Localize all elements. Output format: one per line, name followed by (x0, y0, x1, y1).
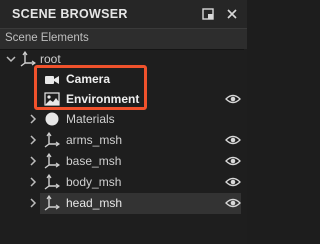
transform-axis-icon (20, 51, 36, 67)
tree-row-mesh[interactable]: arms_msh (0, 130, 247, 151)
tree-row-mesh[interactable]: body_msh (0, 172, 247, 193)
tree-row-environment[interactable]: Environment (0, 89, 247, 110)
close-icon[interactable] (225, 7, 239, 21)
scene-elements-label: Scene Elements (5, 32, 89, 44)
tree-item-label: head_msh (66, 196, 123, 210)
transform-axis-icon (44, 153, 60, 169)
chevron-right-icon[interactable] (28, 198, 38, 208)
tree-item-label: Environment (66, 92, 140, 106)
title-bar: SCENE BROWSER (0, 0, 247, 28)
eye-icon[interactable] (225, 93, 241, 105)
tree-row-materials[interactable]: Materials (0, 109, 247, 130)
tree-row-camera[interactable]: Camera (0, 69, 247, 90)
environment-icon (44, 92, 60, 106)
scene-browser-panel: SCENE BROWSER Scene Elements root Camera… (0, 0, 247, 244)
eye-icon[interactable] (225, 155, 241, 167)
dock-icon[interactable] (201, 7, 215, 21)
tree-item-label: Camera (66, 72, 111, 86)
tree-item-label: root (40, 52, 61, 66)
tree-item-label: base_msh (66, 154, 122, 168)
panel-title: SCENE BROWSER (12, 7, 128, 21)
chevron-right-icon[interactable] (28, 114, 38, 124)
eye-icon[interactable] (225, 176, 241, 188)
tree-item-label: body_msh (66, 175, 122, 189)
tree-row-mesh[interactable]: head_msh (0, 193, 247, 214)
chevron-right-icon[interactable] (28, 156, 38, 166)
camera-icon (45, 76, 59, 84)
transform-axis-icon (44, 174, 60, 190)
transform-axis-icon (44, 132, 60, 148)
chevron-right-icon[interactable] (28, 135, 38, 145)
chevron-right-icon[interactable] (28, 177, 38, 187)
transform-axis-icon (44, 195, 60, 211)
eye-icon[interactable] (225, 134, 241, 146)
eye-icon[interactable] (225, 197, 241, 209)
tree-row-mesh[interactable]: base_msh (0, 151, 247, 172)
material-sphere-icon (45, 112, 59, 126)
scene-elements-header: Scene Elements (0, 28, 247, 50)
tree-item-label: arms_msh (66, 133, 123, 147)
chevron-down-icon[interactable] (6, 54, 16, 64)
scrollbar[interactable] (244, 49, 247, 244)
tree-item-label: Materials (66, 112, 115, 126)
tree-row-root[interactable]: root (0, 49, 247, 70)
